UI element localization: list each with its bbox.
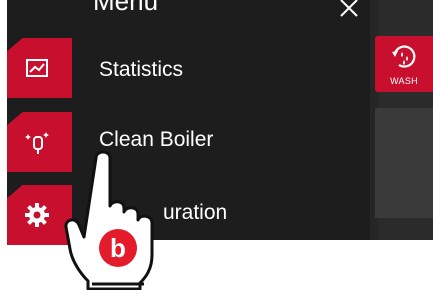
tab-statistics[interactable] <box>7 38 72 98</box>
gear-icon <box>25 203 49 227</box>
menu-item-configuration[interactable]: uration <box>163 201 227 225</box>
menu-item-clean-boiler[interactable]: Clean Boiler <box>99 128 213 152</box>
menu-item-statistics[interactable]: Statistics <box>99 58 183 82</box>
wash-icon <box>392 45 416 68</box>
close-icon[interactable] <box>337 0 365 22</box>
chart-icon <box>26 59 48 77</box>
wash-button[interactable]: WASH <box>375 36 433 92</box>
pointing-hand-icon: b <box>64 150 154 290</box>
badge-letter: b <box>110 233 126 263</box>
right-panel-area <box>375 108 433 218</box>
sparkle-boiler-icon <box>25 132 49 154</box>
menu-title: Menu <box>93 0 159 16</box>
wash-label: WASH <box>390 76 418 86</box>
